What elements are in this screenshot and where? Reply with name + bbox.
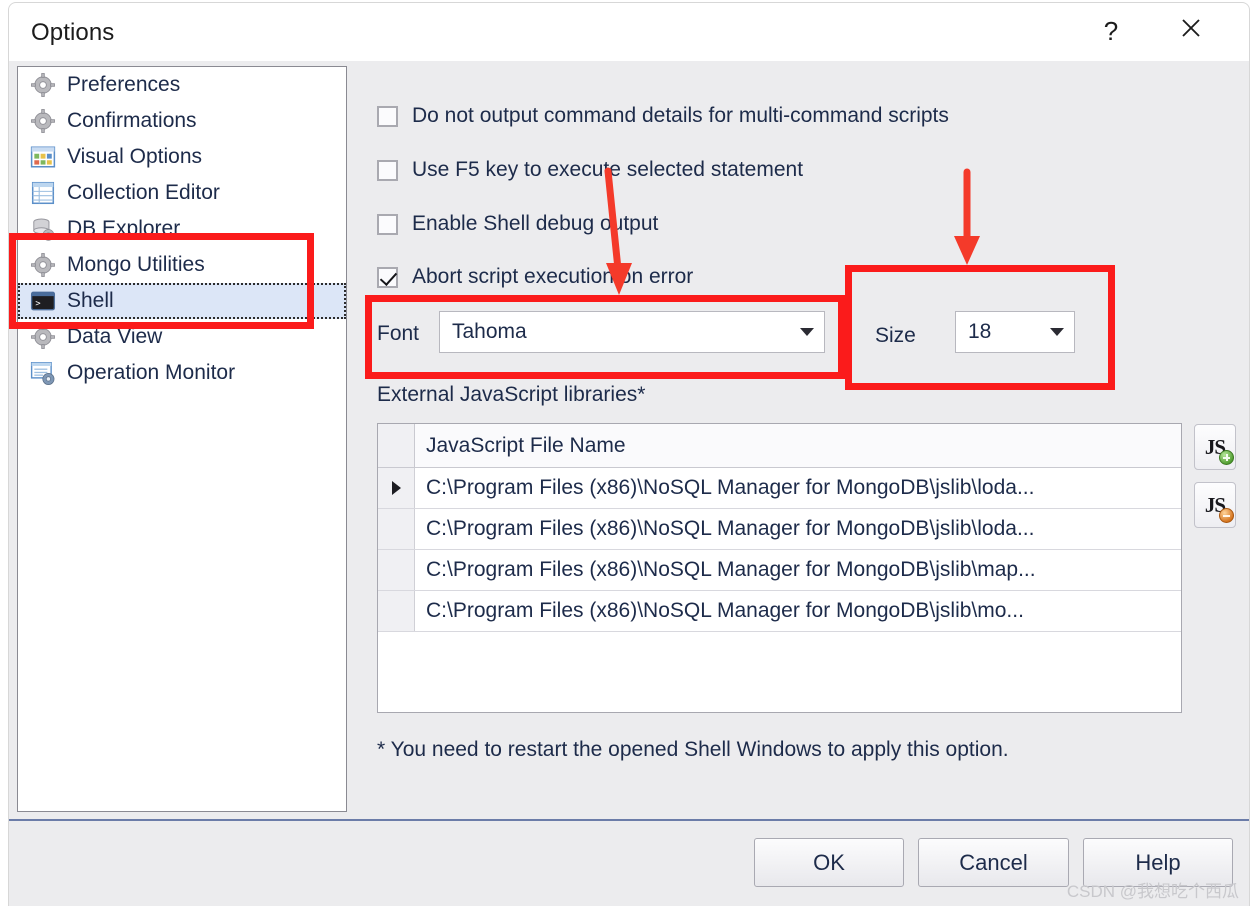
page-title: Options bbox=[31, 19, 115, 46]
remove-js-library-button[interactable]: JS bbox=[1194, 482, 1236, 528]
settings-category-list[interactable]: Preferences Confirmations Visual Options bbox=[17, 66, 347, 812]
table-row[interactable]: C:\Program Files (x86)\NoSQL Manager for… bbox=[378, 591, 1181, 632]
sidebar-item-preferences[interactable]: Preferences bbox=[18, 67, 346, 103]
sidebar-item-label: Visual Options bbox=[67, 145, 203, 168]
gear-icon bbox=[30, 324, 56, 350]
grid-empty-area bbox=[378, 632, 1181, 710]
checkbox-box[interactable] bbox=[377, 266, 398, 288]
shell-settings-panel: Do not output command details for multi-… bbox=[355, 66, 1241, 814]
checkbox-abort-on-error[interactable]: Abort script execution on error bbox=[377, 265, 693, 289]
sidebar-item-shell[interactable]: > Shell bbox=[18, 283, 346, 319]
sidebar-item-operation-monitor[interactable]: Operation Monitor bbox=[18, 355, 346, 391]
watermark: CSDN @我想吃个西瓜 bbox=[1066, 882, 1239, 901]
color-palette-icon bbox=[30, 144, 56, 170]
dialog-footer: OK Cancel Help CSDN @我想吃个西瓜 bbox=[9, 819, 1249, 906]
js-file-path: C:\Program Files (x86)\NoSQL Manager for… bbox=[415, 509, 1181, 549]
sidebar-item-confirmations[interactable]: Confirmations bbox=[18, 103, 346, 139]
table-grid-icon bbox=[30, 180, 56, 206]
js-label: JS bbox=[1205, 435, 1235, 465]
sidebar-item-label: Operation Monitor bbox=[67, 361, 236, 384]
row-selector[interactable] bbox=[378, 591, 415, 631]
checkbox-label: Do not output command details for multi-… bbox=[412, 104, 949, 127]
checkbox-box[interactable] bbox=[377, 213, 398, 235]
checkbox-label: Abort script execution on error bbox=[412, 265, 694, 288]
sidebar-item-visual-options[interactable]: Visual Options bbox=[18, 139, 346, 175]
sidebar-item-collection-editor[interactable]: Collection Editor bbox=[18, 175, 346, 211]
console-prompt-icon: > bbox=[30, 288, 56, 314]
sidebar-item-label: Preferences bbox=[67, 73, 181, 96]
font-value: Tahoma bbox=[452, 320, 527, 343]
sidebar-item-mongo-utilities[interactable]: Mongo Utilities bbox=[18, 247, 346, 283]
font-label: Font bbox=[377, 322, 420, 345]
options-dialog: Options ? Preferences Confirmations Visu… bbox=[8, 2, 1250, 906]
checkbox-no-command-details[interactable]: Do not output command details for multi-… bbox=[377, 104, 949, 128]
js-file-path: C:\Program Files (x86)\NoSQL Manager for… bbox=[415, 550, 1181, 590]
database-gear-icon bbox=[30, 216, 56, 242]
ok-button[interactable]: OK bbox=[754, 838, 904, 887]
help-icon[interactable]: ? bbox=[1081, 6, 1141, 56]
screenshot-root: Options ? Preferences Confirmations Visu… bbox=[0, 0, 1250, 908]
checkbox-use-f5[interactable]: Use F5 key to execute selected statement bbox=[377, 158, 803, 182]
sidebar-item-db-explorer[interactable]: DB Explorer bbox=[18, 211, 346, 247]
table-row[interactable]: C:\Program Files (x86)\NoSQL Manager for… bbox=[378, 509, 1181, 550]
font-combobox[interactable]: Tahoma bbox=[439, 311, 825, 353]
js-label: JS bbox=[1205, 493, 1235, 523]
sidebar-item-label: Mongo Utilities bbox=[67, 253, 205, 276]
row-selector-header bbox=[378, 424, 415, 467]
close-icon[interactable] bbox=[1161, 3, 1221, 53]
checkbox-shell-debug[interactable]: Enable Shell debug output bbox=[377, 212, 658, 236]
current-row-indicator bbox=[378, 468, 415, 508]
table-row[interactable]: C:\Program Files (x86)\NoSQL Manager for… bbox=[378, 550, 1181, 591]
gear-icon bbox=[30, 108, 56, 134]
js-file-path: C:\Program Files (x86)\NoSQL Manager for… bbox=[415, 591, 1181, 631]
chevron-down-icon[interactable] bbox=[790, 312, 824, 352]
grid-header-row: JavaScript File Name bbox=[378, 424, 1181, 468]
sidebar-item-label: Shell bbox=[67, 289, 114, 312]
column-header-filename: JavaScript File Name bbox=[415, 424, 1181, 467]
js-file-path: C:\Program Files (x86)\NoSQL Manager for… bbox=[415, 468, 1181, 508]
dialog-body: Preferences Confirmations Visual Options bbox=[9, 61, 1249, 819]
svg-text:>: > bbox=[35, 299, 40, 309]
checkbox-box[interactable] bbox=[377, 159, 398, 181]
title-bar: Options ? bbox=[9, 3, 1249, 61]
sidebar-item-data-view[interactable]: Data View bbox=[18, 319, 346, 355]
sidebar-item-label: DB Explorer bbox=[67, 217, 181, 240]
restart-shell-footnote: * You need to restart the opened Shell W… bbox=[377, 738, 1009, 761]
size-label: Size bbox=[875, 324, 916, 347]
row-selector[interactable] bbox=[378, 509, 415, 549]
add-green-plus-icon bbox=[1219, 449, 1235, 465]
add-js-library-button[interactable]: JS bbox=[1194, 424, 1236, 470]
gear-icon bbox=[30, 72, 56, 98]
row-selector[interactable] bbox=[378, 550, 415, 590]
sidebar-item-label: Data View bbox=[67, 325, 163, 348]
sidebar-item-label: Collection Editor bbox=[67, 181, 220, 204]
checkbox-label: Use F5 key to execute selected statement bbox=[412, 158, 804, 181]
monitor-gear-icon bbox=[30, 360, 56, 386]
sidebar-item-label: Confirmations bbox=[67, 109, 197, 132]
checkbox-box[interactable] bbox=[377, 105, 398, 127]
table-row[interactable]: C:\Program Files (x86)\NoSQL Manager for… bbox=[378, 468, 1181, 509]
js-libraries-grid[interactable]: JavaScript File Name C:\Program Files (x… bbox=[377, 423, 1182, 713]
size-value: 18 bbox=[968, 320, 992, 343]
gear-icon bbox=[30, 252, 56, 278]
size-combobox[interactable]: 18 bbox=[955, 311, 1075, 353]
checkbox-label: Enable Shell debug output bbox=[412, 212, 659, 235]
chevron-down-icon[interactable] bbox=[1040, 312, 1074, 352]
cancel-button[interactable]: Cancel bbox=[918, 838, 1069, 887]
remove-orange-minus-icon bbox=[1219, 507, 1235, 523]
external-libraries-label: External JavaScript libraries* bbox=[377, 383, 646, 406]
